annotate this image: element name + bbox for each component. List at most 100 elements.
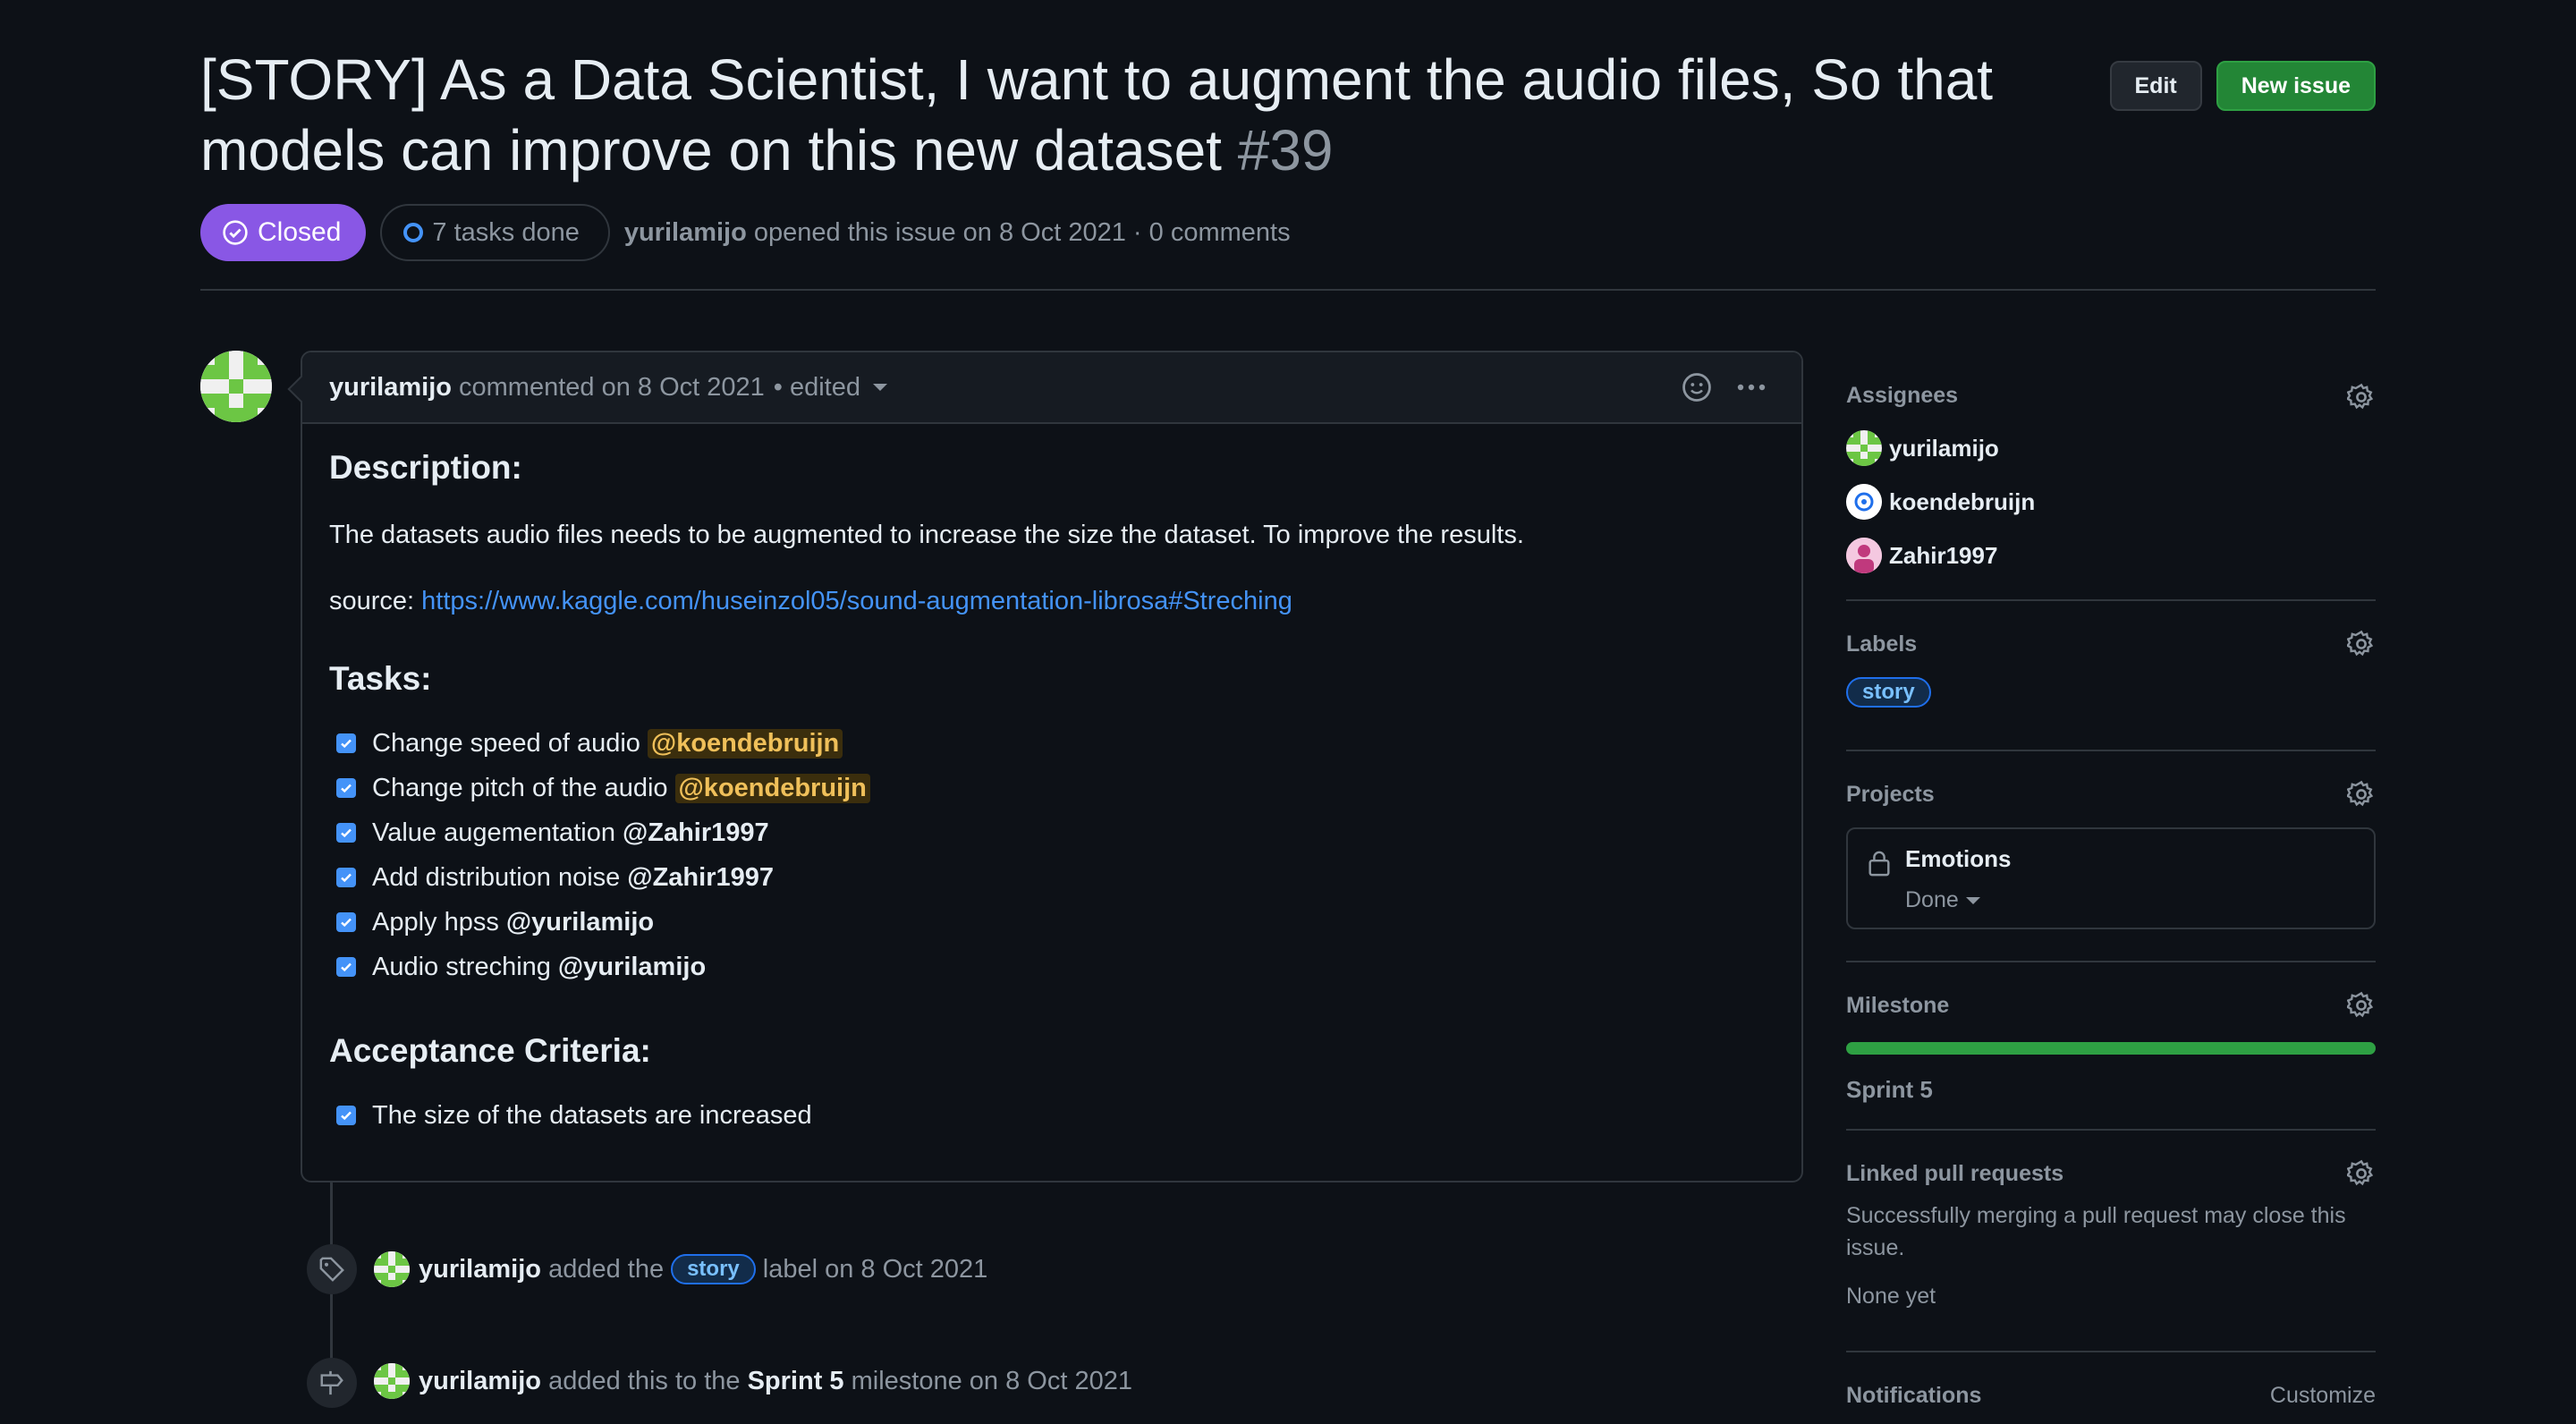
progress-ring-icon <box>403 223 424 242</box>
task-checkbox[interactable] <box>336 823 356 843</box>
milestone-icon <box>320 1370 343 1395</box>
identicon-icon <box>1846 430 1882 466</box>
check-circle-icon <box>223 220 248 245</box>
milestone-name[interactable]: Sprint 5 <box>1846 1076 2376 1104</box>
issue-number: #39 <box>1237 118 1334 182</box>
description-heading: Description: <box>329 449 522 486</box>
tag-icon <box>319 1257 344 1282</box>
task-text: Audio streching <box>372 952 551 981</box>
timeline-actor-link[interactable]: yurilamijo <box>419 1255 541 1284</box>
assignees-section: Assignees yurilamijo koendebruijn Zahir1… <box>1846 351 2376 601</box>
avatar[interactable] <box>374 1251 410 1287</box>
task-checkbox[interactable] <box>336 957 356 977</box>
kebab-horizontal-icon[interactable] <box>1735 372 1767 403</box>
project-status-dropdown[interactable]: Done <box>1905 887 2352 913</box>
check-icon <box>341 828 352 838</box>
gear-icon[interactable] <box>2347 383 2376 411</box>
task-checkbox[interactable] <box>336 912 356 932</box>
assignee-item[interactable]: Zahir1997 <box>1846 529 2376 582</box>
issue-author-link[interactable]: yurilamijo <box>624 218 747 247</box>
avatar <box>1846 484 1882 520</box>
projects-title[interactable]: Projects <box>1846 751 2376 808</box>
mention-link[interactable]: @Zahir1997 <box>623 818 769 848</box>
assignee-item[interactable]: yurilamijo <box>1846 421 2376 475</box>
avatar-person-icon <box>1846 538 1882 573</box>
source-link[interactable]: https://www.kaggle.com/huseinzol05/sound… <box>421 587 1292 615</box>
project-name[interactable]: Emotions <box>1905 845 2352 873</box>
milestone-title[interactable]: Milestone <box>1846 962 2376 1019</box>
mention-link[interactable]: @Zahir1997 <box>627 863 774 893</box>
new-issue-button[interactable]: New issue <box>2216 61 2376 111</box>
check-icon <box>341 739 352 749</box>
tasks-progress[interactable]: 7 tasks done <box>380 204 610 261</box>
task-text: Add distribution noise <box>372 862 621 892</box>
linked-prs-title[interactable]: Linked pull requests <box>1846 1131 2376 1187</box>
task-text: Apply hpss <box>372 907 499 937</box>
comment-header: yurilamijo commented on 8 Oct 2021 • edi… <box>302 352 1801 424</box>
avatar-logo-icon <box>1846 484 1882 520</box>
check-icon <box>341 873 352 883</box>
project-status-label: Done <box>1905 887 1959 912</box>
issue-meta: yurilamijo opened this issue on 8 Oct 20… <box>624 218 1291 248</box>
edited-dropdown[interactable]: • edited <box>774 373 887 403</box>
status-badge: Closed <box>200 204 367 261</box>
gear-icon[interactable] <box>2347 780 2376 809</box>
milestone-section: Milestone Sprint 5 <box>1846 962 2376 1131</box>
assignee-item[interactable]: koendebruijn <box>1846 475 2376 529</box>
mention-link[interactable]: @yurilamijo <box>558 953 706 982</box>
issue-title-text: [STORY] As a Data Scientist, I want to a… <box>200 47 1994 182</box>
mention-link[interactable]: @koendebruijn <box>674 773 870 803</box>
project-card[interactable]: Emotions Done <box>1846 827 2376 929</box>
assignees-title[interactable]: Assignees <box>1846 351 2376 409</box>
source-line: source: https://www.kaggle.com/huseinzol… <box>329 585 1775 617</box>
task-checkbox[interactable] <box>336 868 356 887</box>
header-divider <box>200 289 2376 291</box>
task-item: Add distribution noise @Zahir1997 <box>329 855 1775 900</box>
smiley-icon[interactable] <box>1682 372 1712 403</box>
linked-prs-empty: None yet <box>1846 1284 1936 1309</box>
task-item: The size of the datasets are increased <box>329 1093 1775 1138</box>
comment-action: commented on 8 Oct 2021 <box>459 372 765 402</box>
chevron-down-icon <box>1965 896 1980 904</box>
comment-author-link[interactable]: yurilamijo <box>329 373 452 403</box>
labels-title[interactable]: Labels <box>1846 601 2376 657</box>
issue-header: [STORY] As a Data Scientist, I want to a… <box>200 45 2376 261</box>
customize-link[interactable]: Customize <box>2270 1379 2376 1411</box>
identicon-icon <box>374 1363 410 1399</box>
timeline-badge <box>307 1358 357 1408</box>
source-label: source: <box>329 587 415 615</box>
tasks-done-label: 7 tasks done <box>432 217 580 247</box>
gear-icon[interactable] <box>2347 1159 2376 1188</box>
gear-icon[interactable] <box>2347 991 2376 1020</box>
task-item: Audio streching @yurilamijo <box>329 945 1775 989</box>
check-icon <box>341 918 352 928</box>
check-icon <box>341 1111 352 1121</box>
identicon-icon <box>374 1251 410 1287</box>
task-checkbox[interactable] <box>336 1106 356 1125</box>
task-checkbox[interactable] <box>336 778 356 798</box>
edit-button[interactable]: Edit <box>2109 61 2202 111</box>
acceptance-heading: Acceptance Criteria: <box>329 1032 651 1069</box>
timeline-badge <box>307 1244 357 1294</box>
task-item: Change speed of audio @koendebruijn <box>329 721 1775 766</box>
task-item: Apply hpss @yurilamijo <box>329 900 1775 945</box>
chevron-down-icon <box>873 384 887 391</box>
assignee-name: yurilamijo <box>1889 434 1999 462</box>
avatar[interactable] <box>374 1363 410 1399</box>
linked-prs-section: Linked pull requests Successfully mergin… <box>1846 1131 2376 1352</box>
comment-box: yurilamijo commented on 8 Oct 2021 • edi… <box>301 351 1803 1182</box>
mention-link[interactable]: @koendebruijn <box>647 728 843 759</box>
mention-link[interactable]: @yurilamijo <box>506 908 654 937</box>
notifications-section: Notifications Customize <box>1846 1352 2376 1424</box>
task-text: Value augementation <box>372 818 615 847</box>
avatar <box>1846 430 1882 466</box>
edited-label: • edited <box>773 372 860 402</box>
gear-icon[interactable] <box>2347 630 2376 658</box>
task-checkbox[interactable] <box>336 733 356 753</box>
label-story[interactable]: story <box>671 1254 756 1284</box>
sidebar: Assignees yurilamijo koendebruijn Zahir1… <box>1846 351 2376 1424</box>
acceptance-list: The size of the datasets are increased <box>329 1093 1775 1138</box>
projects-section: Projects Emotions Done <box>1846 751 2376 962</box>
avatar[interactable] <box>200 351 272 422</box>
label-story[interactable]: story <box>1846 677 1931 708</box>
